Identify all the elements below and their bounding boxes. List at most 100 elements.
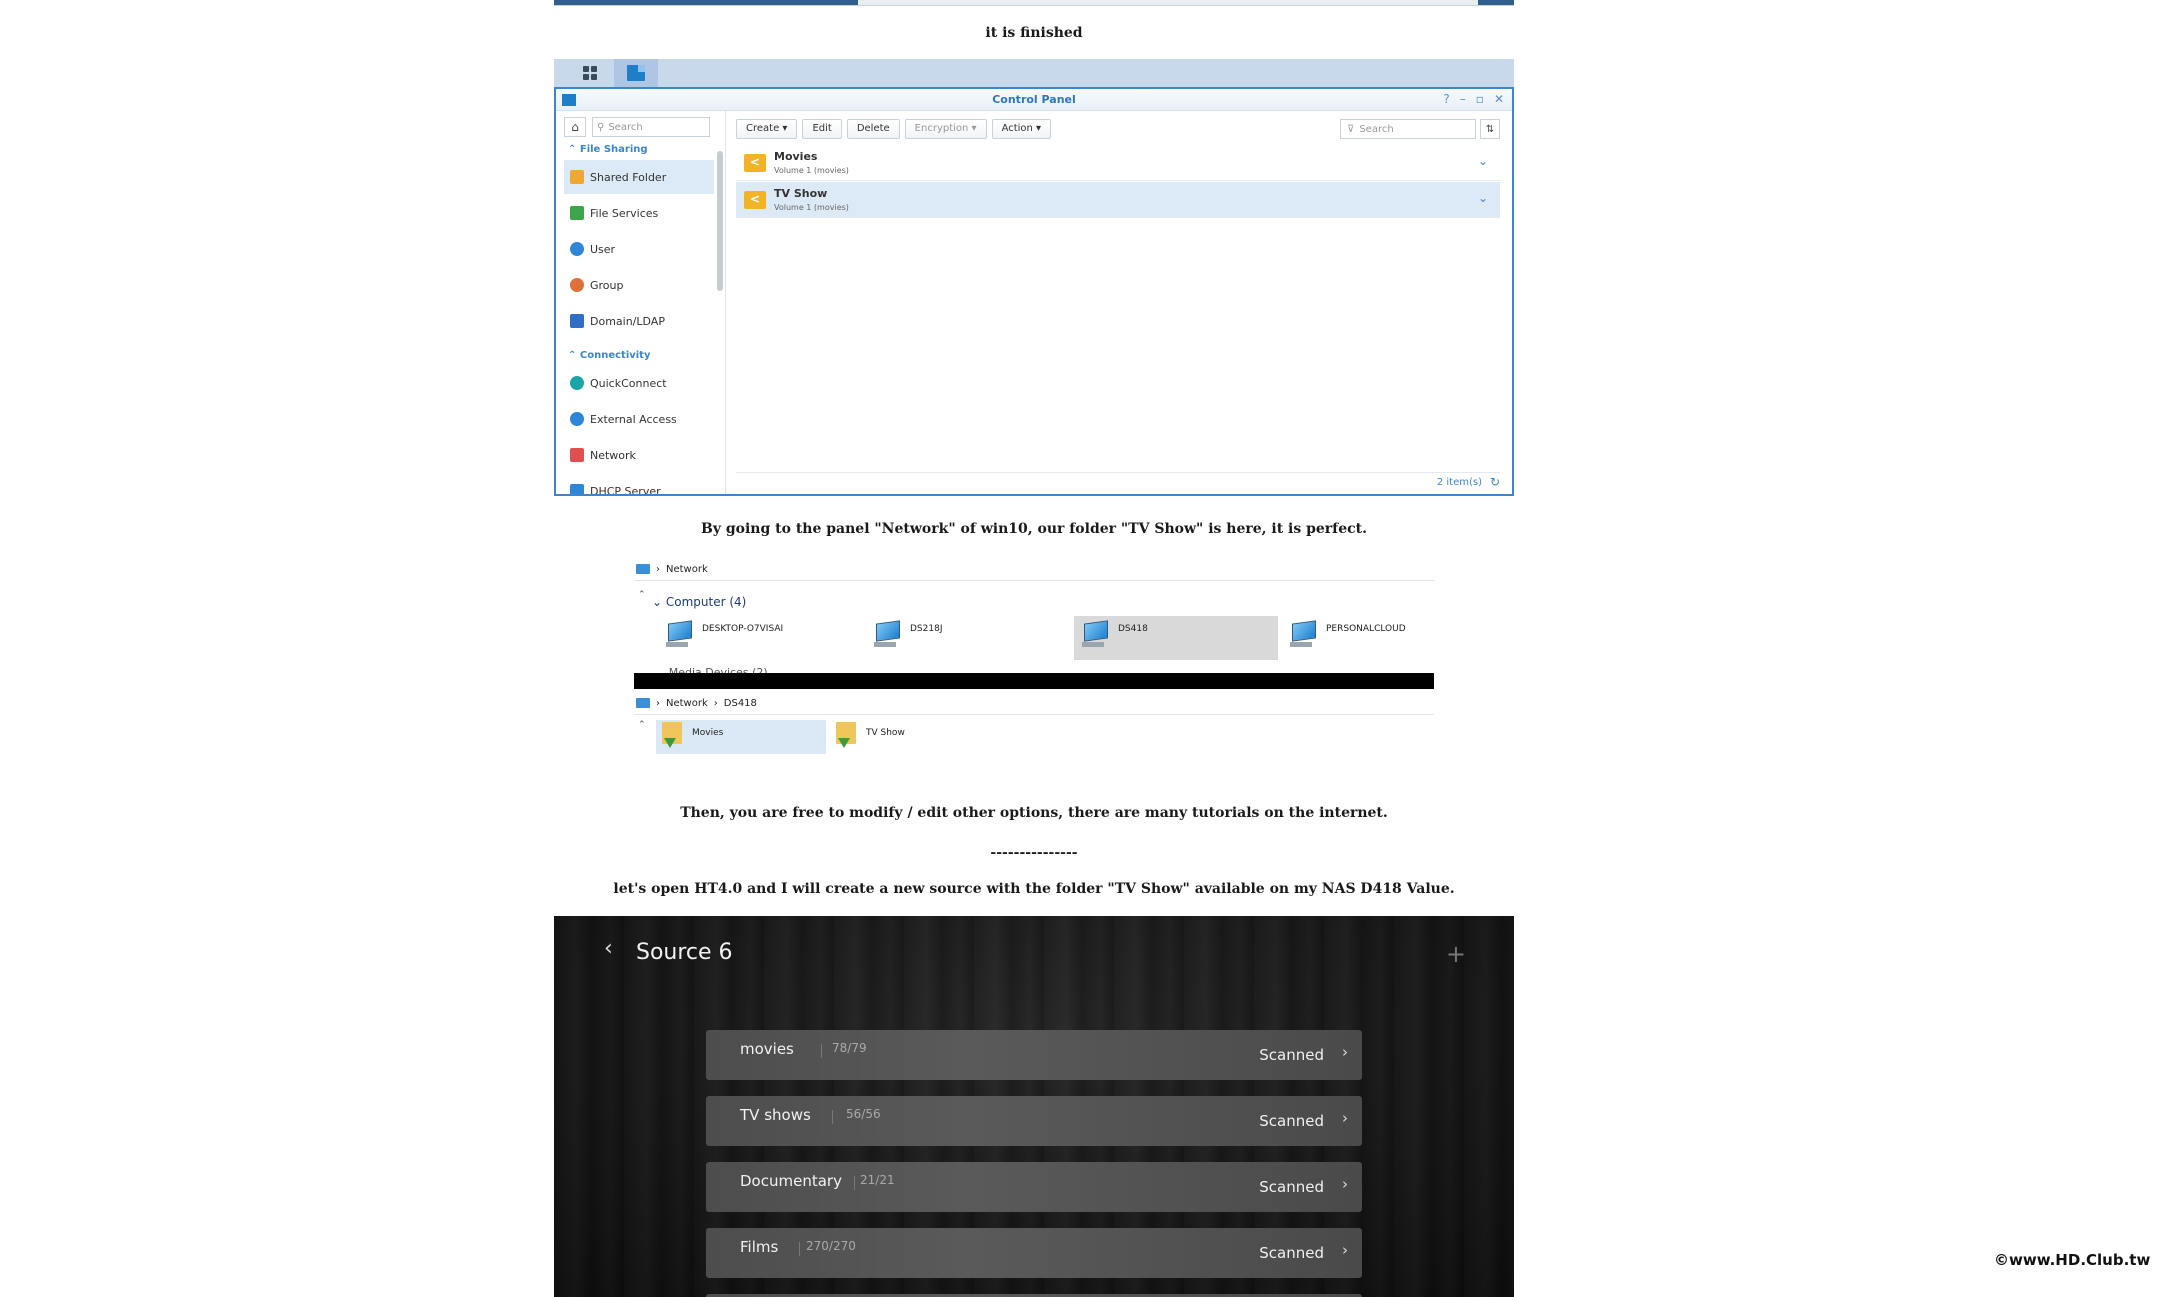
separator [832,1110,833,1124]
create-button[interactable]: Create ▾ [736,119,798,139]
action-button[interactable]: Action ▾ [991,119,1052,139]
home-button[interactable]: ⌂ [564,117,586,137]
toolbar: Create ▾ Edit Delete Encryption ▾ Action… [736,119,1052,139]
item-count: 2 item(s) [1436,477,1482,488]
computer-name: PERSONALCLOUD [1326,624,1406,634]
add-icon[interactable]: + [1446,940,1466,968]
globe-icon [570,412,584,426]
main-menu-button[interactable] [568,59,612,87]
sort-button[interactable]: ⇅ [1480,119,1500,139]
folder-name: TV Show [866,728,905,738]
control-panel-icon [627,65,645,81]
separator [854,1176,855,1190]
scroll-up-icon[interactable]: ⌃ [638,720,646,730]
sidebar-item-file-services[interactable]: File Services [564,196,714,230]
progress-segment [554,0,858,5]
folder-volume: Volume 1 (movies) [774,166,849,175]
sidebar-item-label: Domain/LDAP [590,314,665,328]
source-row-films[interactable]: Films 270/270 Scanned › [706,1228,1362,1278]
source-row-movies[interactable]: movies 78/79 Scanned › [706,1030,1362,1080]
home-icon: ⌂ [571,120,579,134]
sidebar-item-label: QuickConnect [590,376,667,390]
image-separator-bar [634,673,1434,689]
scroll-up-icon[interactable]: ⌃ [638,590,646,600]
caption-modify: Then, you are free to modify / edit othe… [680,805,1388,821]
sidebar-item-user[interactable]: User [564,232,714,266]
section-file-sharing[interactable]: ⌃ File Sharing [568,144,648,155]
sidebar-item-label: User [590,242,616,256]
sidebar-item-external-access[interactable]: External Access [564,402,714,436]
shared-folder-icon [662,722,684,748]
encryption-button[interactable]: Encryption ▾ [904,119,987,139]
breadcrumb-separator: › [656,563,660,575]
sidebar-item-shared-folder[interactable]: Shared Folder [564,160,714,194]
back-arrow-icon[interactable]: ‹ [604,936,613,961]
chevron-right-icon: › [1342,1175,1348,1193]
search-icon: ⚲ [597,121,605,133]
computer-item[interactable]: DESKTOP-O7VISAI [658,616,862,660]
chevron-down-icon[interactable]: ⌄ [1478,154,1488,168]
source-row-tv-shows[interactable]: TV shows 56/56 Scanned › [706,1096,1362,1146]
filter-search-input[interactable]: ⊽ Search [1340,119,1476,139]
computer-item-selected[interactable]: DS418 [1074,616,1278,660]
folder-item-tv-show[interactable]: TV Show [830,720,1000,754]
domain-ldap-icon [570,314,584,328]
source-count: 270/270 [806,1239,856,1253]
control-panel-task-button[interactable] [614,59,658,87]
chevron-right-icon: › [1342,1043,1348,1061]
section-connectivity[interactable]: ⌃ Connectivity [568,350,651,361]
delete-button[interactable]: Delete [846,119,900,139]
watermark: ©www.HD.Club.tw [1994,1251,2151,1269]
sidebar-item-label: Shared Folder [590,170,667,184]
breadcrumb-network[interactable]: Network [666,564,708,575]
folder-row-movies[interactable]: Movies Volume 1 (movies) ⌄ [736,145,1500,181]
chevron-right-icon: › [1342,1109,1348,1127]
folder-row-tv-show[interactable]: TV Show Volume 1 (movies) ⌄ [736,182,1500,218]
source-status: Scanned [1259,1112,1324,1130]
chevron-right-icon: › [1342,1241,1348,1259]
caption-ht4: let's open HT4.0 and I will create a new… [613,881,1455,897]
computer-item[interactable]: PERSONALCLOUD [1282,616,1486,660]
grid-icon [583,66,597,80]
window-titlebar: Control Panel ? – ▫ ✕ [556,89,1512,111]
sidebar-search-input[interactable]: ⚲ Search [592,117,710,137]
sidebar-item-label: DHCP Server [590,484,661,495]
divider [634,580,1434,581]
network-icon [570,448,584,462]
refresh-icon[interactable]: ↻ [1490,475,1500,489]
computer-item[interactable]: DS218J [866,616,1070,660]
sidebar-item-network[interactable]: Network [564,438,714,472]
breadcrumb: › Network › DS418 [634,693,757,713]
chevron-down-icon[interactable]: ⌄ [1478,191,1488,205]
source-name: movies [740,1040,794,1058]
sidebar-scrollbar[interactable] [717,151,723,291]
computer-name: DS218J [910,624,943,634]
maximize-icon[interactable]: ▫ [1476,92,1484,106]
minimize-icon[interactable]: – [1460,92,1466,106]
sidebar-item-group[interactable]: Group [564,268,714,302]
breadcrumb-separator: › [656,697,660,709]
folder-item-movies[interactable]: Movies [656,720,826,754]
ht4-source-screen: ‹ Source 6 + movies 78/79 Scanned › TV s… [554,916,1514,1297]
quickconnect-icon [570,376,584,390]
edit-button[interactable]: Edit [802,119,842,139]
breadcrumb-ds418[interactable]: DS418 [724,698,757,709]
source-status: Scanned [1259,1046,1324,1064]
source-row-documentary[interactable]: Documentary 21/21 Scanned › [706,1162,1362,1212]
sidebar-item-quickconnect[interactable]: QuickConnect [564,366,714,400]
caption-divider: --------------- [990,845,1078,861]
dsm-taskbar [554,59,1514,87]
sidebar-item-domain-ldap[interactable]: Domain/LDAP [564,304,714,338]
computer-name: DS418 [1118,624,1148,634]
previous-image-edge [554,0,1514,6]
help-icon[interactable]: ? [1443,92,1449,106]
source-count: 21/21 [860,1173,895,1187]
group-computer[interactable]: ⌄ Computer (4) [652,595,746,609]
network-icon [636,564,650,574]
close-icon[interactable]: ✕ [1494,92,1504,106]
file-services-icon [570,206,584,220]
breadcrumb-network[interactable]: Network [666,698,708,709]
sidebar-item-dhcp-server[interactable]: DHCP Server [564,474,714,494]
network-icon [636,698,650,708]
shared-folder-icon [744,153,766,172]
